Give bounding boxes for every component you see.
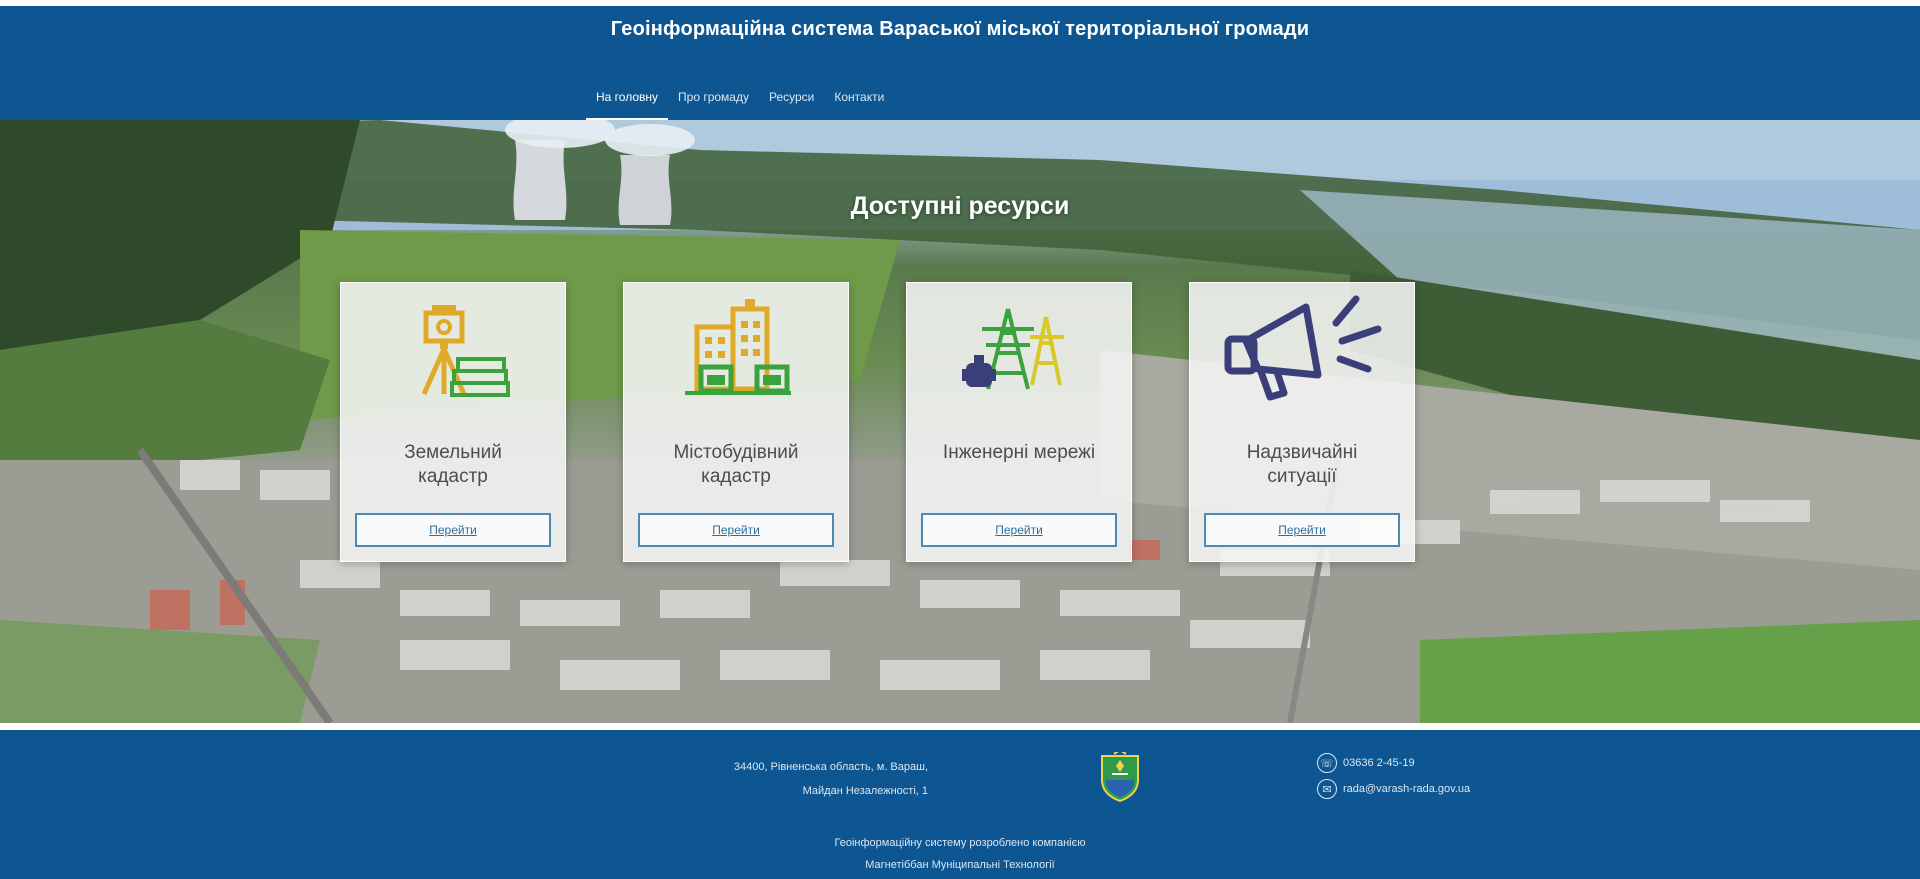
site-title: Геоінформаційна система Вараської місько…	[610, 18, 1310, 40]
address-line: Майдан Незалежності, 1	[802, 785, 928, 797]
go-emergencies-button[interactable]: Перейти	[1204, 513, 1400, 547]
go-engineering-networks-button[interactable]: Перейти	[921, 513, 1117, 547]
developer-note-line: Магнетіббан Муніципальні Технології	[865, 859, 1055, 871]
site-header: Геоінформаційна система Вараської місько…	[0, 0, 1920, 121]
card-title: Земельний кадастр	[404, 442, 502, 487]
go-land-cadastre-button[interactable]: Перейти	[355, 513, 551, 547]
nav-resources[interactable]: Ресурси	[759, 89, 824, 121]
card-emergencies: Надзвичайні ситуації Перейти	[1189, 282, 1415, 562]
address-block: 34400, Рівненська область, м. Вараш, Май…	[560, 755, 928, 803]
resources-heading: Доступні ресурси	[850, 192, 1070, 220]
email-icon: ✉	[1317, 779, 1337, 799]
address-line: 34400, Рівненська область, м. Вараш,	[733, 761, 928, 773]
phone-row[interactable]: ☏ 03636 2-45-19	[1317, 750, 1470, 776]
phone-icon: ☏	[1317, 753, 1337, 773]
contacts-block: ☏ 03636 2-45-19 ✉ rada@varash-rada.gov.u…	[1317, 750, 1470, 802]
card-engineering-networks: Інженерні мережі Перейти	[906, 282, 1132, 562]
card-urban-cadastre: Містобудівний кадастр Перейти	[623, 282, 849, 562]
main-nav: На головну Про громаду Ресурси Контакти	[586, 89, 894, 121]
site-footer: 34400, Рівненська область, м. Вараш, Май…	[0, 723, 1920, 879]
card-title: Надзвичайні ситуації	[1246, 442, 1358, 487]
nav-about[interactable]: Про громаду	[668, 89, 759, 121]
developer-note-line: Геоінформаційну систему розроблено компа…	[834, 837, 1086, 849]
nav-home[interactable]: На головну	[586, 89, 669, 121]
phone-number: 03636 2-45-19	[1343, 757, 1415, 769]
surveying-theodolite-icon	[341, 283, 567, 415]
go-urban-cadastre-button[interactable]: Перейти	[638, 513, 834, 547]
city-buildings-icon	[624, 283, 850, 415]
power-lines-icon	[907, 283, 1133, 415]
nav-contacts[interactable]: Контакти	[824, 89, 894, 121]
megaphone-icon	[1190, 283, 1416, 415]
email-address: rada@varash-rada.gov.ua	[1343, 783, 1471, 795]
email-row[interactable]: ✉ rada@varash-rada.gov.ua	[1317, 776, 1470, 802]
developer-note: Геоінформаційну систему розроблено компа…	[0, 832, 1920, 876]
card-title: Інженерні мережі	[942, 442, 1096, 463]
card-land-cadastre: Земельний кадастр Перейти	[340, 282, 566, 562]
card-title: Містобудівний кадастр	[673, 442, 799, 487]
hero-section: Доступні ресурси Земельний кадастр Перей…	[0, 120, 1920, 723]
coat-of-arms-icon	[1101, 752, 1139, 802]
